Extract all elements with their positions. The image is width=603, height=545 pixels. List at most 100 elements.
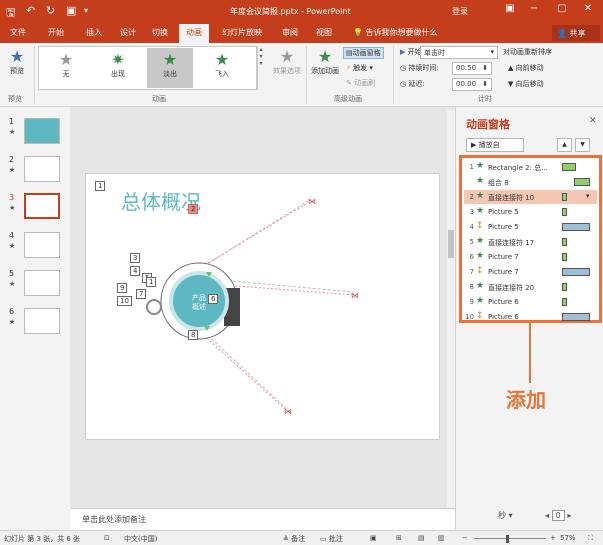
vertical-scrollbar[interactable] — [447, 110, 455, 508]
preview-button[interactable]: ★ 预览 — [4, 47, 30, 76]
slide-sorter-icon[interactable]: ⊞ — [396, 534, 402, 542]
zoom-slider-thumb[interactable] — [506, 535, 509, 543]
trigger-label: 触发 — [353, 64, 368, 72]
clock-icon: ◷ — [400, 64, 407, 72]
tab-insert[interactable]: 插入 — [86, 27, 102, 38]
ribbon-display-icon[interactable]: ▣ — [500, 3, 520, 14]
spellcheck-icon[interactable]: ⊡ — [104, 534, 110, 542]
slideshow-view-icon[interactable]: ▥ — [438, 534, 445, 542]
minimize-icon[interactable]: − — [524, 3, 544, 14]
tab-file[interactable]: 文件 — [10, 27, 26, 38]
slide-thumb-4[interactable] — [24, 232, 60, 258]
tab-animations[interactable]: 动画 — [179, 24, 209, 43]
tab-review[interactable]: 审阅 — [282, 27, 298, 38]
tab-design[interactable]: 设计 — [120, 27, 136, 38]
gallery-item-fly-in[interactable]: ★ 飞入 — [199, 48, 245, 88]
effect-options-button[interactable]: ★ 效果选项 — [270, 47, 304, 76]
tab-view[interactable]: 视图 — [316, 27, 332, 38]
list-item[interactable]: 6 ★ Picture 7 — [464, 250, 597, 264]
effect-options-label: 效果选项 — [273, 67, 301, 75]
zoom-slider[interactable] — [474, 538, 546, 539]
duration-spinner[interactable]: 00.50 ⬍ — [452, 62, 492, 75]
lightning-icon: ⚡ — [346, 64, 351, 72]
effect-star-icon: ★ — [476, 296, 485, 306]
list-item-selected[interactable]: 2 ★ 直接连接符 10 ▾ — [464, 190, 597, 204]
spin-arrows-icon: ⬍ — [482, 64, 488, 72]
save-icon[interactable]: 🖫 — [6, 4, 15, 23]
tab-transitions[interactable]: 切换 — [152, 27, 168, 38]
timeline-zoom-box[interactable]: 0 — [551, 510, 565, 521]
customize-qat-icon[interactable]: ▾ — [84, 6, 88, 15]
tab-slideshow[interactable]: 幻灯片放映 — [222, 27, 262, 38]
chevron-down-icon[interactable]: ▾ — [586, 192, 590, 200]
timing-bar — [562, 298, 567, 306]
gallery-item-none[interactable]: ★ 无 — [43, 48, 89, 88]
notes-placeholder[interactable]: 单击此处添加备注 — [70, 508, 455, 530]
gallery-item-appear[interactable]: ✷ 出现 — [95, 48, 141, 88]
start-from-beginning-icon[interactable]: ▣ — [66, 4, 76, 17]
zoom-in-icon[interactable]: + — [550, 534, 556, 542]
play-icon: ▶ — [400, 48, 406, 56]
add-animation-button[interactable]: ★ 添加动画 — [309, 47, 341, 76]
move-later-button[interactable]: ▼ 向后移动 — [508, 79, 544, 89]
item-name: Picture 6 — [488, 313, 519, 321]
timing-bar — [562, 223, 590, 231]
notes-button[interactable]: ≜ 备注 — [283, 534, 305, 544]
duration-text: 持续时间: — [408, 64, 439, 72]
undo-icon[interactable]: ↶ — [26, 4, 35, 17]
list-item[interactable]: ★ 组合 8 — [464, 175, 597, 189]
animation-painter-button[interactable]: ✎ 动画刷 — [346, 78, 375, 88]
zoom-out-icon[interactable]: − — [462, 534, 468, 542]
seconds-dropdown[interactable]: 秒 — [498, 511, 506, 520]
tell-me-search[interactable]: 💡 告诉我你想要做什么 — [353, 27, 438, 38]
language-indicator[interactable]: 中文(中国) — [124, 534, 157, 544]
item-number: 7 — [469, 268, 474, 276]
slide-canvas[interactable]: ⋈ ⋈ ⋈ 1 总体概况 2 3 4 5 6 7 8 9 10 1 产品 概述 — [85, 173, 440, 440]
move-up-button[interactable]: ▲ — [557, 138, 572, 152]
move-earlier-button[interactable]: ▲ 向前移动 — [508, 63, 544, 73]
move-down-button[interactable]: ▼ — [575, 138, 590, 152]
redo-icon[interactable]: ↻ — [46, 4, 55, 17]
effect-star-icon: ★ — [476, 176, 485, 186]
start-dropdown[interactable]: 单击时 ▾ — [420, 46, 498, 59]
slide-thumb-2[interactable] — [24, 156, 60, 182]
list-item[interactable]: 10 ↕ Picture 6 — [464, 310, 597, 324]
slide-thumb-3[interactable] — [24, 193, 60, 219]
scroll-thumb[interactable] — [448, 230, 454, 258]
login-link[interactable]: 登录 — [452, 6, 468, 17]
gallery-label: 无 — [62, 70, 70, 78]
list-item[interactable]: 1 ★ Rectangle 2: 总... — [464, 160, 597, 174]
animation-pane-button[interactable]: ▤动画窗格 — [343, 47, 384, 59]
slide-thumb-5[interactable] — [24, 270, 60, 296]
item-name: Picture 7 — [488, 268, 519, 276]
tab-home[interactable]: 开始 — [48, 27, 64, 38]
zoom-level[interactable]: 57% — [560, 534, 576, 542]
list-item[interactable]: 4 ↕ Picture 5 — [464, 220, 597, 234]
list-item[interactable]: 9 ★ Picture 6 — [464, 295, 597, 309]
normal-view-icon[interactable]: ▣ — [370, 534, 377, 542]
close-icon[interactable]: ✕ — [578, 3, 598, 14]
play-from-button[interactable]: ▶ 播放自 — [466, 138, 524, 152]
gallery-item-fade[interactable]: ★ 淡出 — [147, 48, 193, 88]
fit-slide-icon[interactable]: ⛶ — [588, 534, 593, 543]
appear-star-icon: ✷ — [111, 50, 125, 69]
reading-view-icon[interactable]: ▤ — [418, 534, 425, 542]
timeline-right-icon[interactable]: ▸ — [567, 511, 571, 520]
list-item[interactable]: 7 ↕ Picture 7 — [464, 265, 597, 279]
list-item[interactable]: 8 ★ 直接连接符 20 — [464, 280, 597, 294]
delay-spinner[interactable]: 00.00 ⬍ — [452, 78, 492, 91]
gallery-scroll[interactable]: ▴ ▾ ▾ — [256, 46, 265, 90]
comments-button[interactable]: ▭ 批注 — [320, 534, 343, 544]
slide-thumb-1[interactable] — [24, 118, 60, 144]
list-item[interactable]: 5 ★ 直接连接符 17 — [464, 235, 597, 249]
trigger-button[interactable]: ⚡ 触发 ▾ — [346, 63, 373, 73]
timeline-left-icon[interactable]: ◂ — [545, 511, 549, 520]
group-label-preview: 预览 — [8, 95, 22, 103]
tell-me-text: 告诉我你想要做什么 — [365, 28, 438, 37]
thumb-number: 5 — [9, 269, 15, 278]
share-button[interactable]: 👤 共享 — [552, 25, 600, 41]
maximize-icon[interactable]: ▢ — [552, 3, 572, 14]
list-item[interactable]: 3 ★ Picture 5 — [464, 205, 597, 219]
close-icon[interactable]: ✕ — [589, 116, 597, 126]
slide-thumb-6[interactable] — [24, 308, 60, 334]
